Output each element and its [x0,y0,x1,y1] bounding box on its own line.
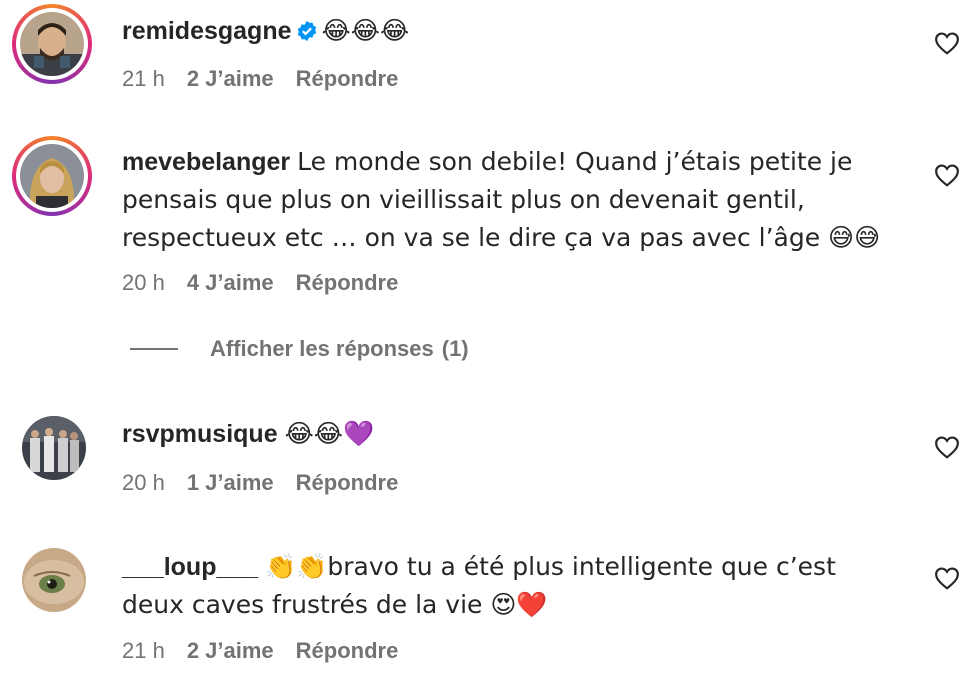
view-replies-button[interactable]: Afficher les réponses (1) [130,336,469,362]
verified-badge-icon [297,20,316,42]
comment-text: 😂😂💜 [284,419,375,448]
reply-button[interactable]: Répondre [296,66,399,92]
comment-username[interactable]: ___loup___ [122,553,258,581]
heart-outline-icon[interactable] [934,566,960,590]
comment-username[interactable]: remidesgagne [122,17,292,45]
comment-likes[interactable]: 2 J’aime [187,638,274,664]
heart-outline-icon[interactable] [934,31,960,55]
view-replies-count: (1) [441,336,469,361]
divider-line [130,348,178,350]
avatar [20,12,84,76]
comment-timestamp: 21 h [122,638,165,663]
comment-timestamp: 20 h [122,470,165,495]
comment-likes[interactable]: 2 J’aime [187,66,274,92]
view-replies-label: Afficher les réponses [210,336,434,361]
avatar[interactable] [22,416,86,480]
heart-outline-icon[interactable] [934,435,960,459]
comment-username[interactable]: rsvpmusique [122,420,278,448]
avatar-story-ring[interactable] [12,4,92,84]
comment-likes[interactable]: 4 J’aime [187,270,274,296]
reply-button[interactable]: Répondre [296,270,399,296]
comment-username[interactable]: mevebelanger [122,148,290,176]
comment-timestamp: 21 h [122,66,165,91]
avatar [20,144,84,208]
avatar[interactable] [22,548,86,612]
reply-button[interactable]: Répondre [296,470,399,496]
comment-likes[interactable]: 1 J’aime [187,470,274,496]
reply-button[interactable]: Répondre [296,638,399,664]
heart-outline-icon[interactable] [934,163,960,187]
comment-timestamp: 20 h [122,270,165,295]
avatar-story-ring[interactable] [12,136,92,216]
comment-text: 😂😂😂 [321,16,410,45]
